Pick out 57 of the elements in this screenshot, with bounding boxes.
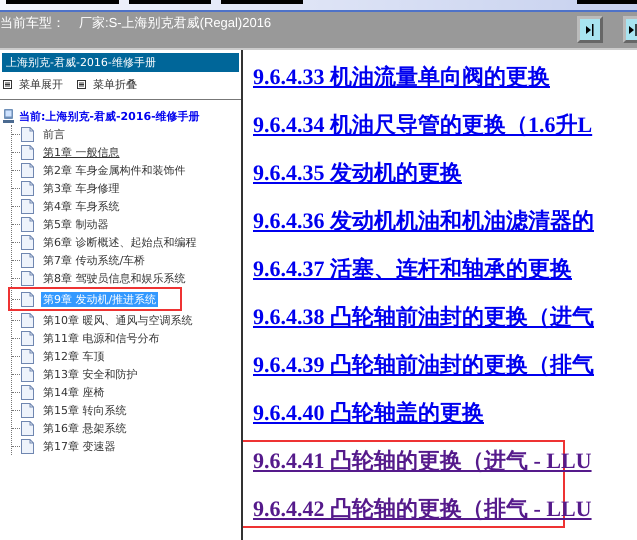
tree-item[interactable]: 第11章 电源和信号分布 (41, 330, 162, 346)
tree-item[interactable]: 第17章 变速器 (41, 438, 118, 454)
list-icon (3, 80, 12, 89)
tree-item[interactable]: 第16章 悬架系统 (41, 420, 128, 436)
document-icon (21, 144, 34, 160)
vehicle-label: 当前车型： (0, 14, 65, 32)
tree-item[interactable]: 第2章 车身金属构件和装饰件 (41, 162, 188, 178)
document-icon (21, 384, 34, 400)
section-link[interactable]: 9.6.4.37 活塞、连杆和轴承的更换 (253, 254, 572, 284)
document-icon (21, 438, 34, 454)
document-icon (21, 180, 34, 196)
tree-item[interactable]: 第13章 安全和防护 (41, 366, 140, 382)
toolbar-button[interactable] (6, 0, 119, 4)
tree-item[interactable]: 第1章 一般信息 (41, 144, 122, 160)
tree-item[interactable]: 第8章 驾驶员信息和娱乐系统 (41, 270, 188, 286)
document-icon (21, 420, 34, 436)
sidebar-title: 上海别克-君威-2016-维修手册 (2, 53, 239, 72)
document-icon (21, 348, 34, 364)
document-icon (21, 366, 34, 382)
computer-icon (2, 108, 16, 124)
tree-item[interactable]: 第6章 诊断概述、起始点和编程 (41, 234, 198, 250)
document-icon (21, 330, 34, 346)
section-link[interactable]: 9.6.4.33 机油流量单向阀的更换 (253, 62, 550, 92)
collapse-panel-button[interactable] (577, 16, 603, 43)
document-icon (21, 252, 34, 268)
toolbar-button[interactable] (577, 0, 637, 4)
vehicle-name: 厂家:S-上海别克君威(Regal)2016 (79, 14, 272, 32)
section-link[interactable]: 9.6.4.38 凸轮轴前油封的更换（进气 (253, 302, 594, 332)
document-icon (21, 162, 34, 178)
document-icon (21, 234, 34, 250)
document-icon (21, 270, 34, 286)
tree-item[interactable]: 第10章 暖风、通风与空调系统 (41, 312, 194, 328)
tree-root-label[interactable]: 当前:上海别克-君威-2016-维修手册 (19, 108, 200, 124)
document-icon (21, 292, 34, 306)
tree-item[interactable]: 第12章 车顶 (41, 348, 106, 364)
document-icon (21, 312, 34, 328)
document-icon (21, 198, 34, 214)
section-link[interactable]: 9.6.4.36 发动机机油和机油滤清器的 (253, 206, 594, 236)
list-icon (77, 80, 86, 89)
menu-action-link[interactable]: 菜单展开 (3, 77, 63, 92)
section-link[interactable]: 9.6.4.34 机油尺导管的更换（1.6升L (253, 110, 592, 140)
section-link[interactable]: 9.6.4.35 发动机的更换 (253, 158, 462, 188)
document-icon (21, 216, 34, 232)
tree-item[interactable]: 第14章 座椅 (41, 384, 106, 400)
section-link[interactable]: 9.6.4.40 凸轮轴盖的更换 (253, 398, 484, 428)
tree-item[interactable]: 第5章 制动器 (41, 216, 110, 232)
tree-item[interactable]: 第4章 车身系统 (41, 198, 122, 214)
document-icon (21, 402, 34, 418)
toolbar-button[interactable] (221, 0, 303, 4)
tree-item[interactable]: 第7章 传动系统/车桥 (41, 252, 148, 268)
tree-item[interactable]: 第15章 转向系统 (41, 402, 128, 418)
document-icon (21, 126, 34, 142)
tree-item[interactable]: 第3章 车身修理 (41, 180, 122, 196)
toolbar-button[interactable] (129, 0, 211, 4)
tree-item[interactable]: 前言 (41, 126, 67, 142)
menu-action-link[interactable]: 菜单折叠 (77, 77, 137, 92)
section-link[interactable]: 9.6.4.39 凸轮轴前油封的更换（排气 (253, 350, 594, 380)
